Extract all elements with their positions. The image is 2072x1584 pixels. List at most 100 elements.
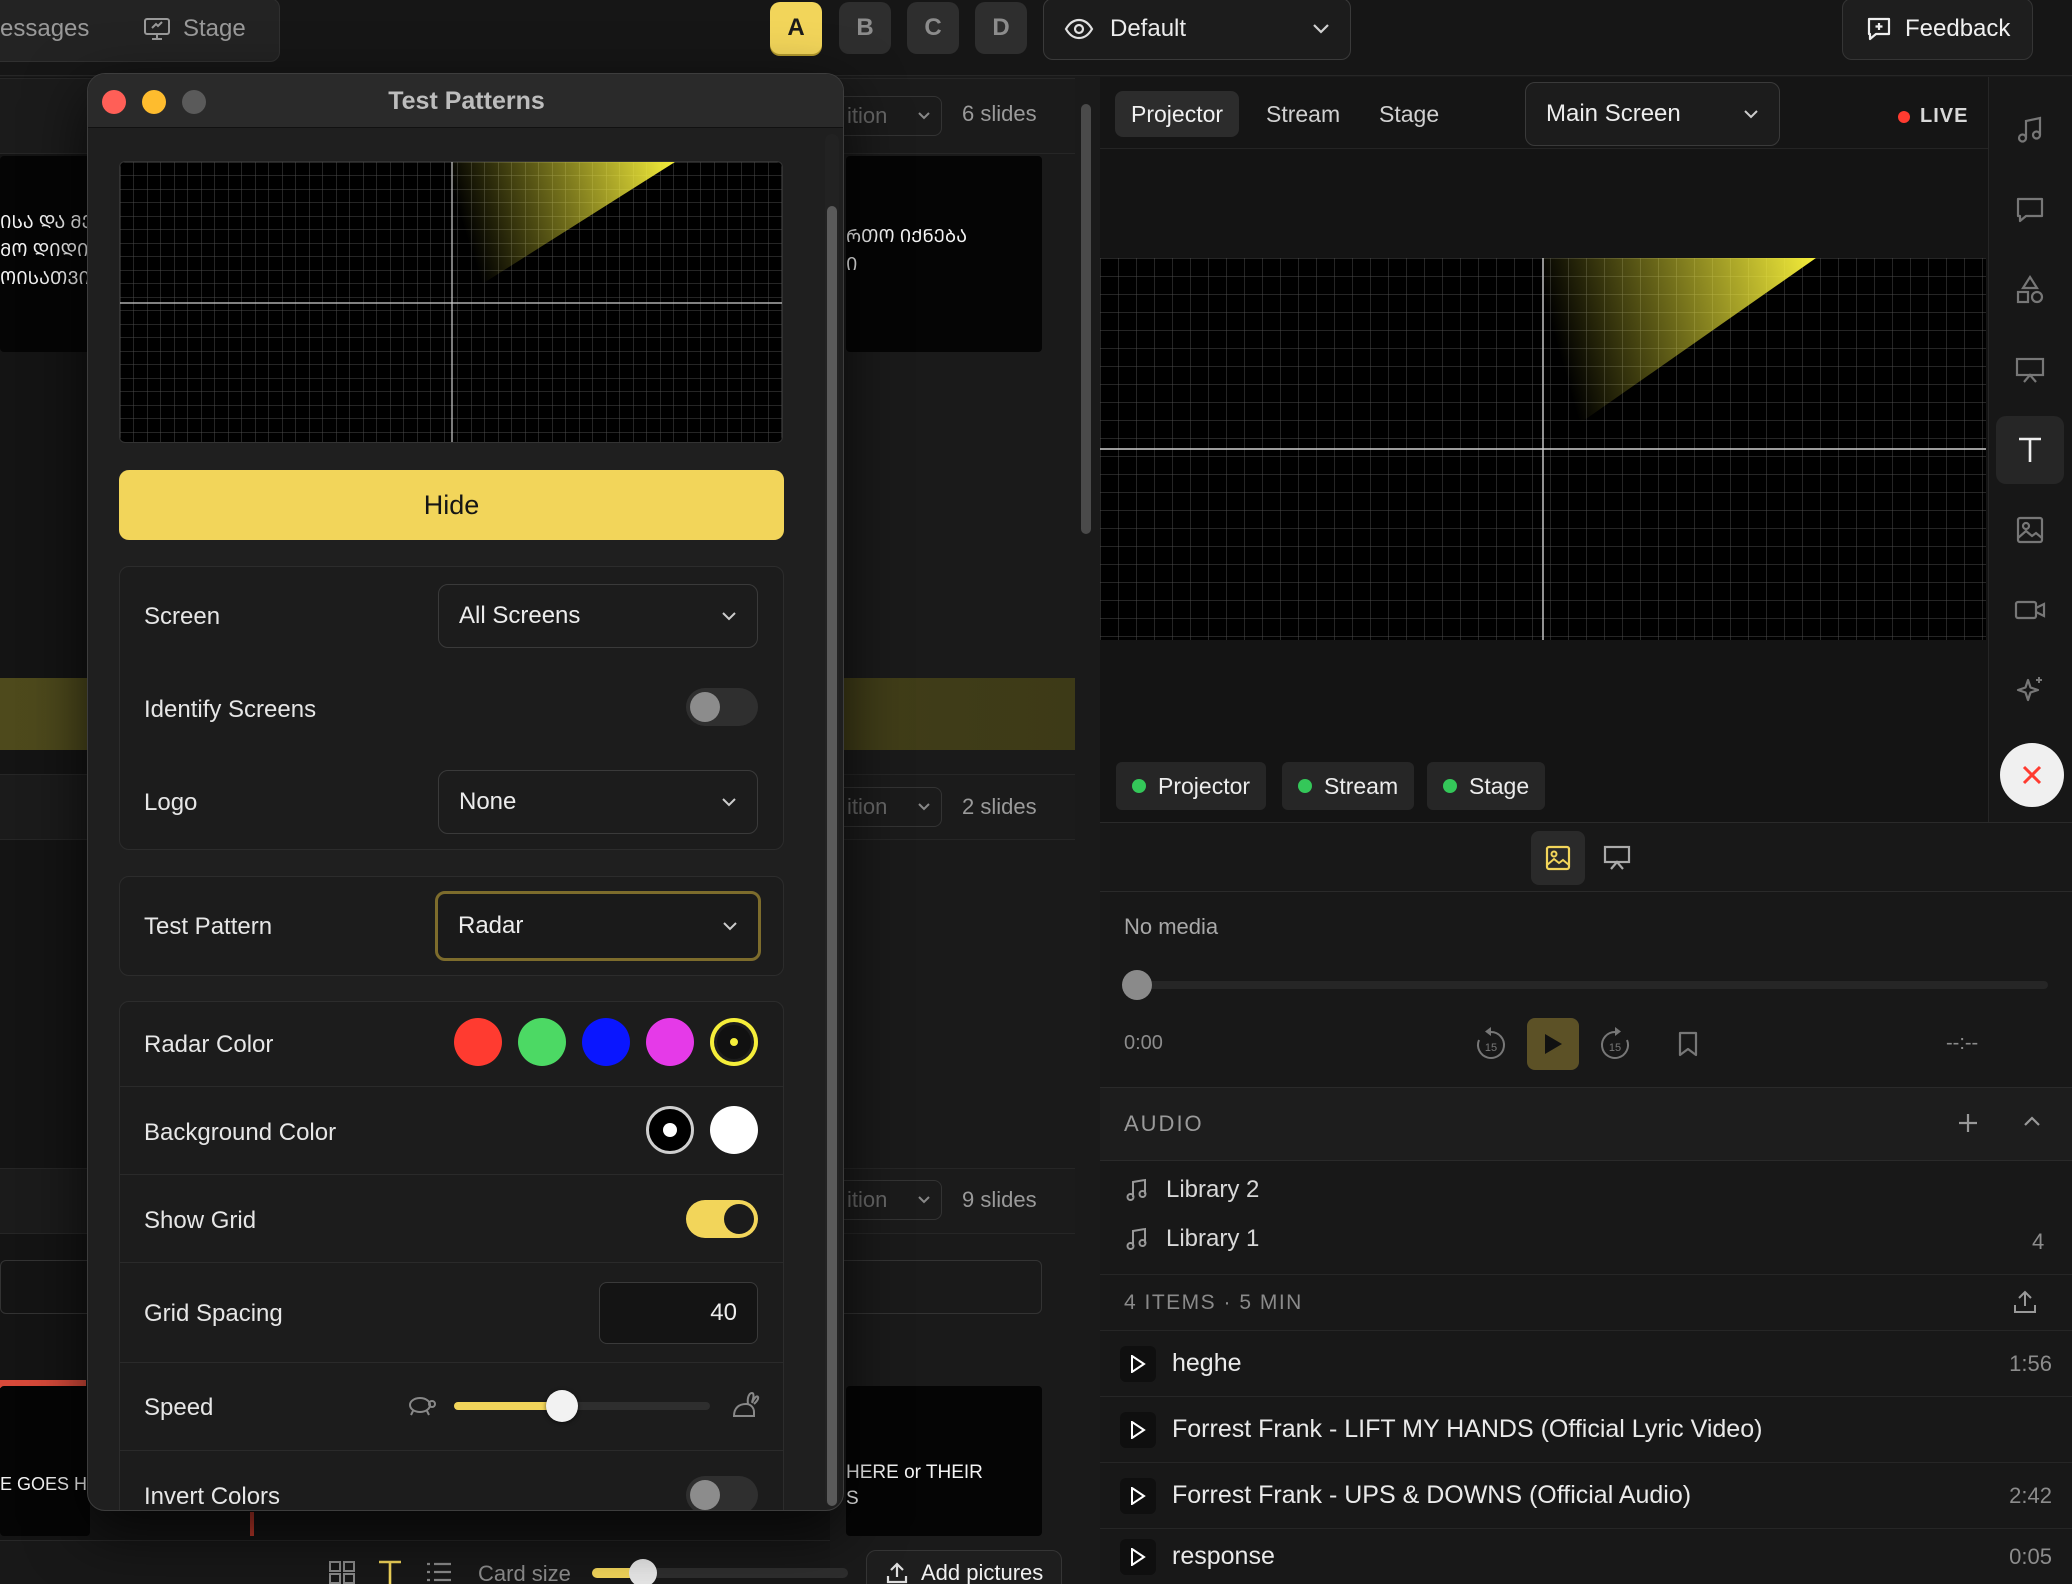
stage-chip[interactable]: Stage <box>1427 762 1546 810</box>
play-icon[interactable] <box>1120 1345 1156 1382</box>
presentation-icon[interactable] <box>1996 336 2064 404</box>
skip-back-button[interactable]: 15 <box>1474 1026 1508 1062</box>
chevron-down-icon <box>1743 109 1759 119</box>
shapes-icon[interactable] <box>1996 256 2064 324</box>
message-icon[interactable] <box>1996 176 2064 244</box>
chevron-up-icon[interactable] <box>2022 1114 2042 1128</box>
arrangement-select-3[interactable]: ition <box>830 1180 942 1220</box>
test-pattern-select[interactable]: Radar <box>435 891 761 961</box>
skip-forward-button[interactable]: 15 <box>1598 1026 1632 1062</box>
stream-chip-label: Stream <box>1324 772 1399 799</box>
track-row[interactable]: Forrest Frank - LIFT MY HANDS (Official … <box>1100 1396 2072 1462</box>
media-progress-knob[interactable] <box>1122 970 1152 1000</box>
slide-thumbnail[interactable]: E GOES H <box>0 1386 90 1536</box>
radar-color-blue-swatch[interactable] <box>582 1018 630 1066</box>
card-size-slider-knob[interactable] <box>629 1559 658 1584</box>
look-select[interactable]: Default <box>1043 0 1351 60</box>
hide-button[interactable]: Hide <box>119 470 784 540</box>
presentation-icon[interactable] <box>1602 844 1632 872</box>
logo-select[interactable]: None <box>438 770 758 834</box>
library-item[interactable]: Library 1 <box>1124 1225 1259 1253</box>
card-size-slider[interactable] <box>592 1559 848 1584</box>
arrangement-select-2[interactable]: ition <box>830 787 942 827</box>
identify-screens-toggle[interactable] <box>686 688 758 726</box>
arrangement-select-1[interactable]: ition <box>830 96 942 136</box>
add-pictures-button[interactable]: Add pictures <box>866 1550 1063 1584</box>
music-icon[interactable] <box>1996 96 2064 164</box>
arrangement-select-3-value: ition <box>847 1187 888 1212</box>
variant-d-button[interactable]: D <box>975 2 1027 54</box>
clear-all-button[interactable] <box>2000 743 2064 807</box>
show-grid-label: Show Grid <box>144 1207 257 1234</box>
play-icon[interactable] <box>1120 1538 1156 1575</box>
track-title: Forrest Frank - LIFT MY HANDS (Official … <box>1172 1415 1763 1443</box>
add-icon[interactable] <box>1956 1111 1980 1135</box>
presentation-scrollbar[interactable] <box>1081 104 1091 534</box>
media-progress-bar[interactable] <box>1136 981 2048 989</box>
projector-chip[interactable]: Projector <box>1116 762 1267 810</box>
track-row[interactable]: heghe 1:56 <box>1100 1330 2072 1396</box>
image-icon[interactable] <box>1996 496 2064 564</box>
background-color-label: Background Color <box>144 1119 337 1146</box>
background-color-black-swatch[interactable] <box>646 1106 694 1154</box>
play-button[interactable] <box>1527 1018 1579 1070</box>
share-icon[interactable] <box>2012 1289 2038 1315</box>
track-duration: 2:42 <box>2009 1482 2052 1508</box>
list-view-icon[interactable] <box>424 1560 454 1584</box>
speed-slider[interactable] <box>454 1390 710 1422</box>
output-screen-select[interactable]: Main Screen <box>1525 82 1780 146</box>
chevron-down-icon <box>917 802 931 812</box>
audio-header <box>1100 1087 2072 1161</box>
play-icon[interactable] <box>1120 1411 1156 1448</box>
show-grid-toggle[interactable] <box>686 1200 758 1238</box>
text-view-icon[interactable] <box>376 1558 404 1584</box>
tab-stage-label: Stage <box>183 15 246 42</box>
test-pattern-select-value: Radar <box>458 912 524 939</box>
slide-text-line: E GOES H <box>0 1474 88 1494</box>
tab-messages[interactable]: essages <box>0 0 89 58</box>
slide-thumbnail[interactable]: ᲠᲗᲝ ᲘᲥᲜᲔᲑᲐ Ი <box>846 156 1042 352</box>
sparkles-icon[interactable] <box>1996 656 2064 724</box>
track-row[interactable]: response 0:05 <box>1100 1528 2072 1584</box>
background-color-white-swatch[interactable] <box>710 1106 758 1154</box>
library-item[interactable]: Library 2 <box>1124 1176 1259 1204</box>
screen-select[interactable]: All Screens <box>438 584 758 648</box>
radar-color-green-swatch[interactable] <box>518 1018 566 1066</box>
variant-b-button[interactable]: B <box>839 2 891 54</box>
media-image-tab[interactable] <box>1531 831 1585 885</box>
arrangement-select-1-value: ition <box>847 103 888 128</box>
variant-c-button[interactable]: C <box>907 2 959 54</box>
tab-stage[interactable]: Stage <box>143 0 246 58</box>
music-note-icon <box>1124 1226 1150 1252</box>
slide-thumbnail[interactable]: ᲘᲡᲐ ᲓᲐ ᲛᲔ ᲛᲝ ᲓᲘᲓᲘ ᲝᲘᲡᲐᲗᲕᲘ <box>0 156 90 352</box>
video-icon[interactable] <box>1996 576 2064 644</box>
bookmark-icon[interactable] <box>1676 1030 1700 1058</box>
radar-color-red-swatch[interactable] <box>454 1018 502 1066</box>
track-title: response <box>1172 1542 1275 1570</box>
dialog-scrollbar-thumb[interactable] <box>827 206 837 1506</box>
text-icon[interactable] <box>1996 416 2064 484</box>
play-icon[interactable] <box>1120 1477 1156 1514</box>
slide-text-line: ᲘᲡᲐ ᲓᲐ ᲛᲔ <box>0 212 90 232</box>
library-count: 4 <box>2032 1229 2045 1254</box>
tab-projector[interactable]: Projector <box>1115 91 1240 137</box>
stream-chip[interactable]: Stream <box>1282 762 1415 810</box>
tab-stage-output[interactable]: Stage <box>1363 91 1455 137</box>
dialog-scrollbar[interactable] <box>825 134 839 1506</box>
track-title: Forrest Frank - UPS & DOWNS (Official Au… <box>1172 1481 1692 1509</box>
grid-view-icon[interactable] <box>328 1560 356 1584</box>
slide-text-line: ᲝᲘᲡᲐᲗᲕᲘ <box>0 268 90 288</box>
track-row[interactable]: Forrest Frank - UPS & DOWNS (Official Au… <box>1100 1462 2072 1528</box>
test-patterns-dialog: Test Patterns Hide Screen All Screens Id… <box>87 73 844 1511</box>
feedback-button[interactable]: Feedback <box>1842 0 2034 60</box>
stage-chip-label: Stage <box>1469 772 1530 799</box>
radar-color-magenta-swatch[interactable] <box>646 1018 694 1066</box>
grid-spacing-input[interactable]: 40 <box>599 1282 758 1344</box>
tab-stream[interactable]: Stream <box>1250 91 1356 137</box>
speed-slider-knob[interactable] <box>545 1390 578 1422</box>
invert-colors-toggle[interactable] <box>686 1476 758 1510</box>
variant-a-button[interactable]: A <box>770 2 822 54</box>
no-media-label: No media <box>1124 914 1219 939</box>
radar-color-yellow-swatch[interactable] <box>710 1018 758 1066</box>
slide-thumbnail[interactable]: HERE or THEIR S <box>846 1386 1042 1536</box>
